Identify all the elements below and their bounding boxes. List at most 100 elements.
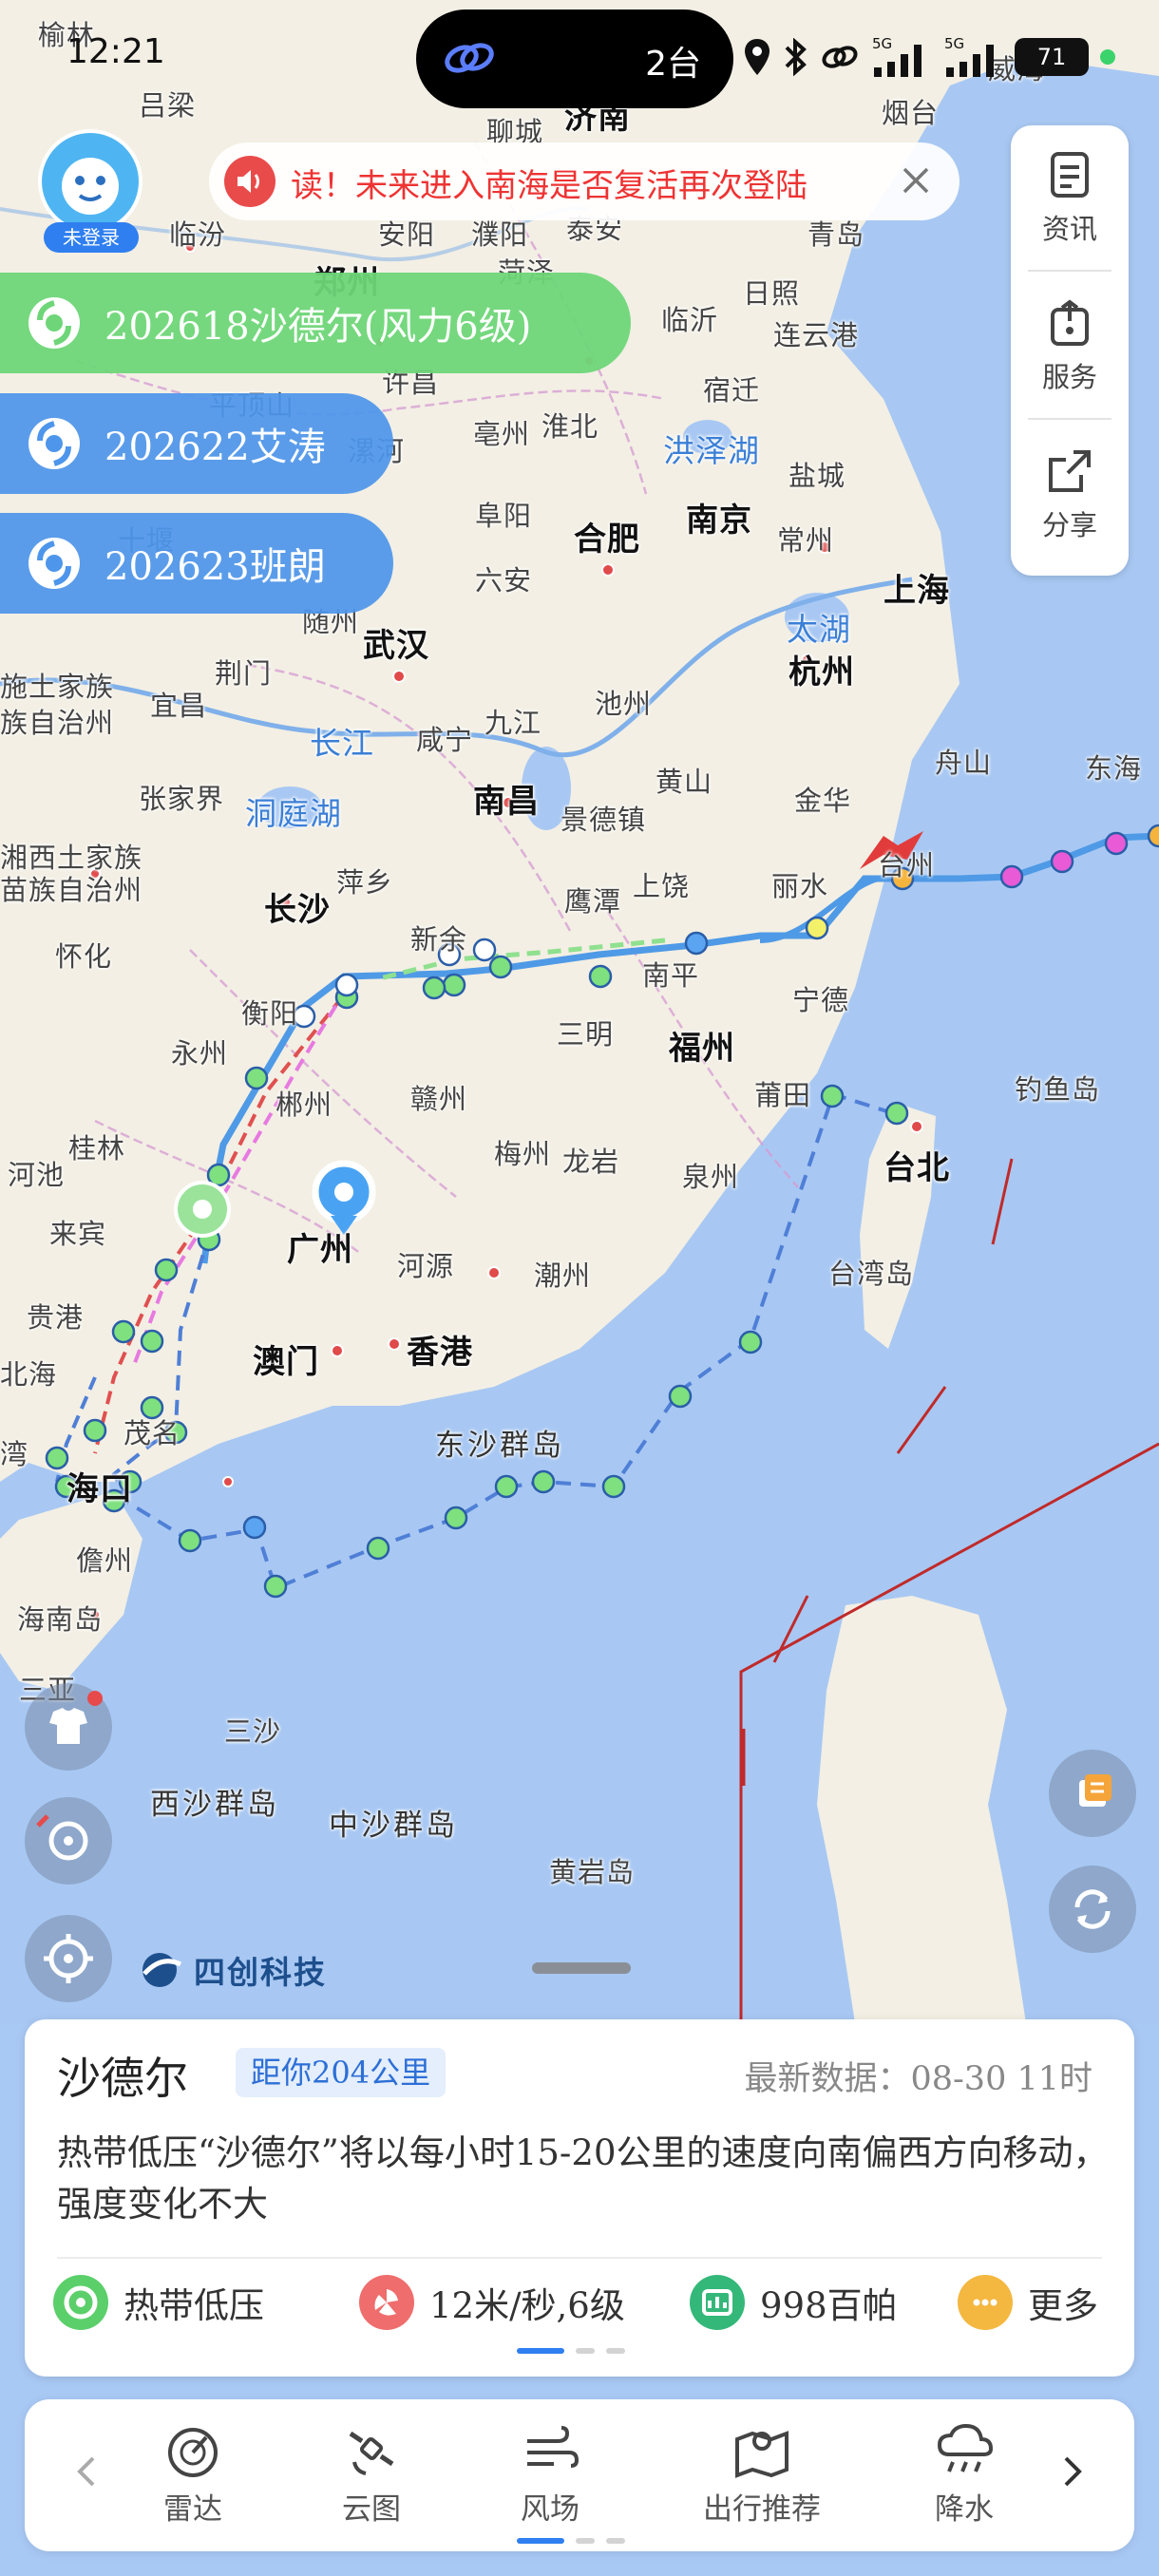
- satellite-icon: [349, 2431, 394, 2475]
- side-item-news[interactable]: 资讯: [1011, 125, 1129, 268]
- map-label: 亳州: [473, 418, 531, 450]
- bluetooth-icon: [785, 38, 807, 76]
- pressure-icon: [690, 2275, 745, 2330]
- typhoon-info-card[interactable]: 沙德尔 距你204公里 最新数据：08-30 11时 热带低压“沙德尔”将以每小…: [25, 2019, 1134, 2377]
- map-label: 台湾岛: [828, 1258, 915, 1290]
- avatar-face-icon: [38, 129, 142, 234]
- refresh-icon: [1074, 1889, 1111, 1929]
- wind-speed-icon: [359, 2275, 414, 2330]
- link-icon: [445, 43, 494, 73]
- typhoon-level-icon: [53, 2275, 108, 2330]
- close-icon[interactable]: [893, 158, 939, 203]
- stat-pressure: 998百帕: [690, 2272, 898, 2333]
- stat-label: 998百帕: [760, 2285, 898, 2326]
- chevron-left-icon[interactable]: [68, 2449, 106, 2494]
- map-label: 连云港: [773, 319, 860, 351]
- map-label: 台北: [884, 1149, 950, 1187]
- map-label: 阜阳: [475, 500, 533, 532]
- more-icon: [958, 2275, 1013, 2330]
- layers-button[interactable]: [1049, 1750, 1136, 1837]
- map-label: 河源: [397, 1250, 455, 1282]
- map-label: 广州: [287, 1231, 353, 1269]
- locate-button[interactable]: [25, 1915, 112, 2002]
- clothes-icon: [49, 1691, 103, 1744]
- typhoon-chip-2[interactable]: 202623班朗: [0, 513, 393, 614]
- side-item-share[interactable]: 分享: [1011, 422, 1129, 564]
- nav-radar[interactable]: 雷达: [122, 2420, 264, 2528]
- clock: 12:21: [66, 32, 165, 71]
- stat-label: 12米/秒,6级: [429, 2285, 625, 2326]
- map-label: 南昌: [473, 783, 540, 821]
- chevron-right-icon[interactable]: [1053, 2449, 1091, 2494]
- map-label: 东沙群岛: [435, 1429, 564, 1463]
- side-item-service[interactable]: 服务: [1011, 274, 1129, 416]
- drag-handle[interactable]: [532, 1962, 631, 1974]
- map-label: 福州: [669, 1030, 735, 1068]
- login-status-label: 未登录: [44, 222, 139, 253]
- map-label: 永州: [171, 1037, 229, 1070]
- map-label: 西沙群岛: [150, 1788, 279, 1822]
- nav-label: 出行推荐: [703, 2492, 821, 2527]
- map-label: 合肥: [574, 521, 640, 559]
- map-label: 儋州: [76, 1544, 134, 1577]
- nav-rain[interactable]: 降水: [893, 2420, 1036, 2528]
- travel-map-icon: [735, 2431, 788, 2478]
- nav-travel[interactable]: 出行推荐: [676, 2420, 847, 2528]
- map-label: 六安: [475, 564, 533, 597]
- map-label: 贵港: [27, 1301, 85, 1334]
- map-label: 潮州: [534, 1260, 592, 1292]
- typhoon-stats: 热带低压 12米/秒,6级 998百帕 更多: [53, 2272, 1117, 2333]
- rain-icon: [937, 2423, 994, 2472]
- logo-text: 四创科技: [194, 1954, 327, 1991]
- news-icon: [1051, 152, 1089, 198]
- signal-icon: 5G: [872, 35, 922, 77]
- map-label: 泉州: [682, 1161, 740, 1193]
- nav-satellite[interactable]: 云图: [300, 2420, 443, 2528]
- map-label: 茂名: [124, 1417, 181, 1449]
- layers-icon: [1079, 1774, 1112, 1807]
- map-label: 常州: [777, 524, 835, 557]
- notice-banner[interactable]: 读！未来进入南海是否复活再次登陆: [209, 142, 960, 220]
- typhoon-chip-0[interactable]: 202618沙德尔(风力6级): [0, 273, 631, 373]
- typhoon-icon: [28, 297, 80, 349]
- side-panel: 资讯 服务 分享: [1011, 125, 1129, 576]
- map-label: 淮北: [542, 410, 599, 443]
- map-label: 海南岛: [17, 1603, 104, 1636]
- nav-label: 雷达: [163, 2492, 222, 2527]
- signal-label: 5G: [872, 35, 892, 52]
- map-label: 日照: [743, 277, 801, 310]
- stat-more[interactable]: 更多: [958, 2272, 1098, 2333]
- compass-button[interactable]: [25, 1797, 112, 1885]
- typhoon-chip-label: 202618沙德尔(风力6级): [104, 305, 532, 349]
- map-label: 湾: [0, 1438, 29, 1470]
- dynamic-island[interactable]: 2台: [416, 9, 733, 108]
- signal-label: 5G: [944, 35, 964, 52]
- map-label: 洪泽湖: [663, 432, 760, 469]
- map-label: 三沙: [224, 1715, 282, 1748]
- wind-field-icon: [527, 2426, 580, 2468]
- side-item-label: 服务: [1041, 361, 1097, 393]
- nav-wind-field[interactable]: 风场: [479, 2420, 621, 2528]
- stat-wind: 12米/秒,6级: [359, 2272, 625, 2333]
- map-label: 梅州: [494, 1138, 552, 1170]
- location-icon: [745, 39, 770, 75]
- signal-icon-2: 5G: [944, 35, 994, 77]
- refresh-button[interactable]: [1049, 1866, 1136, 1953]
- map-label: 香港: [407, 1334, 473, 1372]
- map-label: 怀化: [55, 940, 113, 973]
- map-label: 九江: [484, 707, 542, 739]
- map-label: 宁德: [792, 984, 850, 1016]
- charging-dot-icon: [1100, 49, 1115, 65]
- user-avatar[interactable]: 未登录: [38, 129, 142, 253]
- map-label: 族自治州: [0, 707, 115, 739]
- map-label: 舟山: [935, 747, 993, 779]
- map-label: 金华: [794, 785, 852, 817]
- typhoon-chip-1[interactable]: 202622艾涛: [0, 393, 393, 494]
- nav-label: 风场: [521, 2492, 580, 2527]
- map-label: 景德镇: [560, 804, 647, 836]
- map-label: 杭州: [788, 653, 855, 691]
- typhoon-description: 热带低压“沙德尔”将以每小时15-20公里的速度向南偏西方向移动，强度变化不大: [57, 2132, 1109, 2225]
- map-label: 长沙: [264, 891, 331, 929]
- clothes-button[interactable]: [25, 1683, 112, 1771]
- battery-icon: 71: [1015, 38, 1089, 76]
